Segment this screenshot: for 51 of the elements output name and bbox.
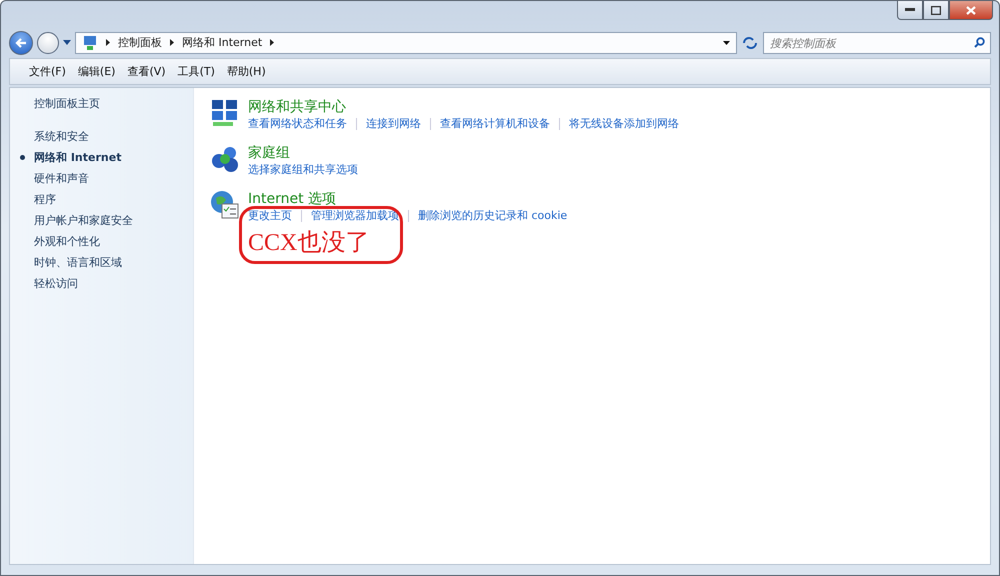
sidebar-item[interactable]: 网络和 Internet — [34, 147, 122, 168]
homegroup-icon — [210, 144, 240, 174]
menu-item[interactable]: 查看(V) — [122, 62, 171, 81]
sidebar-item[interactable]: 时钟、语言和区域 — [34, 252, 122, 273]
chevron-icon — [170, 39, 174, 46]
dropdown-arrow-icon[interactable] — [63, 40, 71, 45]
annotation-text: CCX也没了 — [248, 230, 370, 256]
internet-options-icon — [210, 190, 240, 220]
dropdown-arrow-icon[interactable] — [723, 40, 730, 44]
maximize-button[interactable] — [923, 1, 949, 20]
minimize-button[interactable] — [897, 1, 923, 20]
search-icon[interactable] — [974, 36, 985, 48]
close-button[interactable] — [949, 1, 993, 20]
sidebar-item[interactable]: 轻松访问 — [34, 273, 78, 294]
sidebar-link[interactable]: 控制面板主页 — [34, 96, 100, 112]
maximize-icon — [931, 6, 941, 14]
sidebar-item[interactable]: 外观和个性化 — [34, 231, 100, 252]
back-arrow-icon — [15, 38, 27, 48]
chevron-icon — [270, 39, 274, 46]
sidebar-item[interactable]: 系统和安全 — [34, 126, 89, 147]
menu-item[interactable]: 工具(T) — [172, 62, 220, 81]
back-button[interactable] — [9, 30, 33, 54]
menu-item[interactable]: 帮助(H) — [222, 62, 271, 81]
task-link[interactable]: 管理浏览器加载项 — [311, 208, 399, 224]
network-icon — [210, 98, 240, 128]
menu-item[interactable]: 文件(F) — [24, 62, 71, 81]
breadcrumb[interactable]: 网络和 Internet — [182, 35, 262, 50]
sidebar-item[interactable]: 硬件和声音 — [34, 168, 89, 189]
selection-bullet — [20, 155, 25, 160]
task-link[interactable]: 删除浏览的历史记录和 cookie — [418, 208, 568, 224]
category-title[interactable]: 家庭组 — [248, 144, 290, 162]
refresh-icon[interactable] — [741, 34, 759, 50]
category-title[interactable]: Internet 选项 — [248, 190, 336, 208]
minimize-icon — [905, 8, 915, 12]
menu-item[interactable]: 编辑(E) — [72, 62, 120, 81]
address-bar[interactable]: 控制面板 网络和 Internet — [75, 32, 737, 54]
category-title[interactable]: 网络和共享中心 — [248, 98, 346, 116]
task-link[interactable]: 连接到网络 — [366, 116, 421, 132]
task-link[interactable]: 将无线设备添加到网络 — [569, 116, 679, 132]
close-icon — [966, 6, 976, 14]
task-link[interactable]: 更改主页 — [248, 208, 292, 224]
breadcrumb[interactable]: 控制面板 — [118, 35, 162, 50]
control-panel-icon — [82, 34, 98, 50]
task-link[interactable]: 选择家庭组和共享选项 — [248, 162, 358, 178]
chevron-icon — [106, 39, 110, 46]
task-link[interactable]: 查看网络状态和任务 — [248, 116, 347, 132]
search-field[interactable]: 搜索控制面板 — [763, 32, 991, 54]
task-link[interactable]: 查看网络计算机和设备 — [440, 116, 550, 132]
forward-button[interactable] — [37, 32, 59, 54]
sidebar-item[interactable]: 用户帐户和家庭安全 — [34, 210, 133, 231]
sidebar-item[interactable]: 程序 — [34, 189, 56, 210]
